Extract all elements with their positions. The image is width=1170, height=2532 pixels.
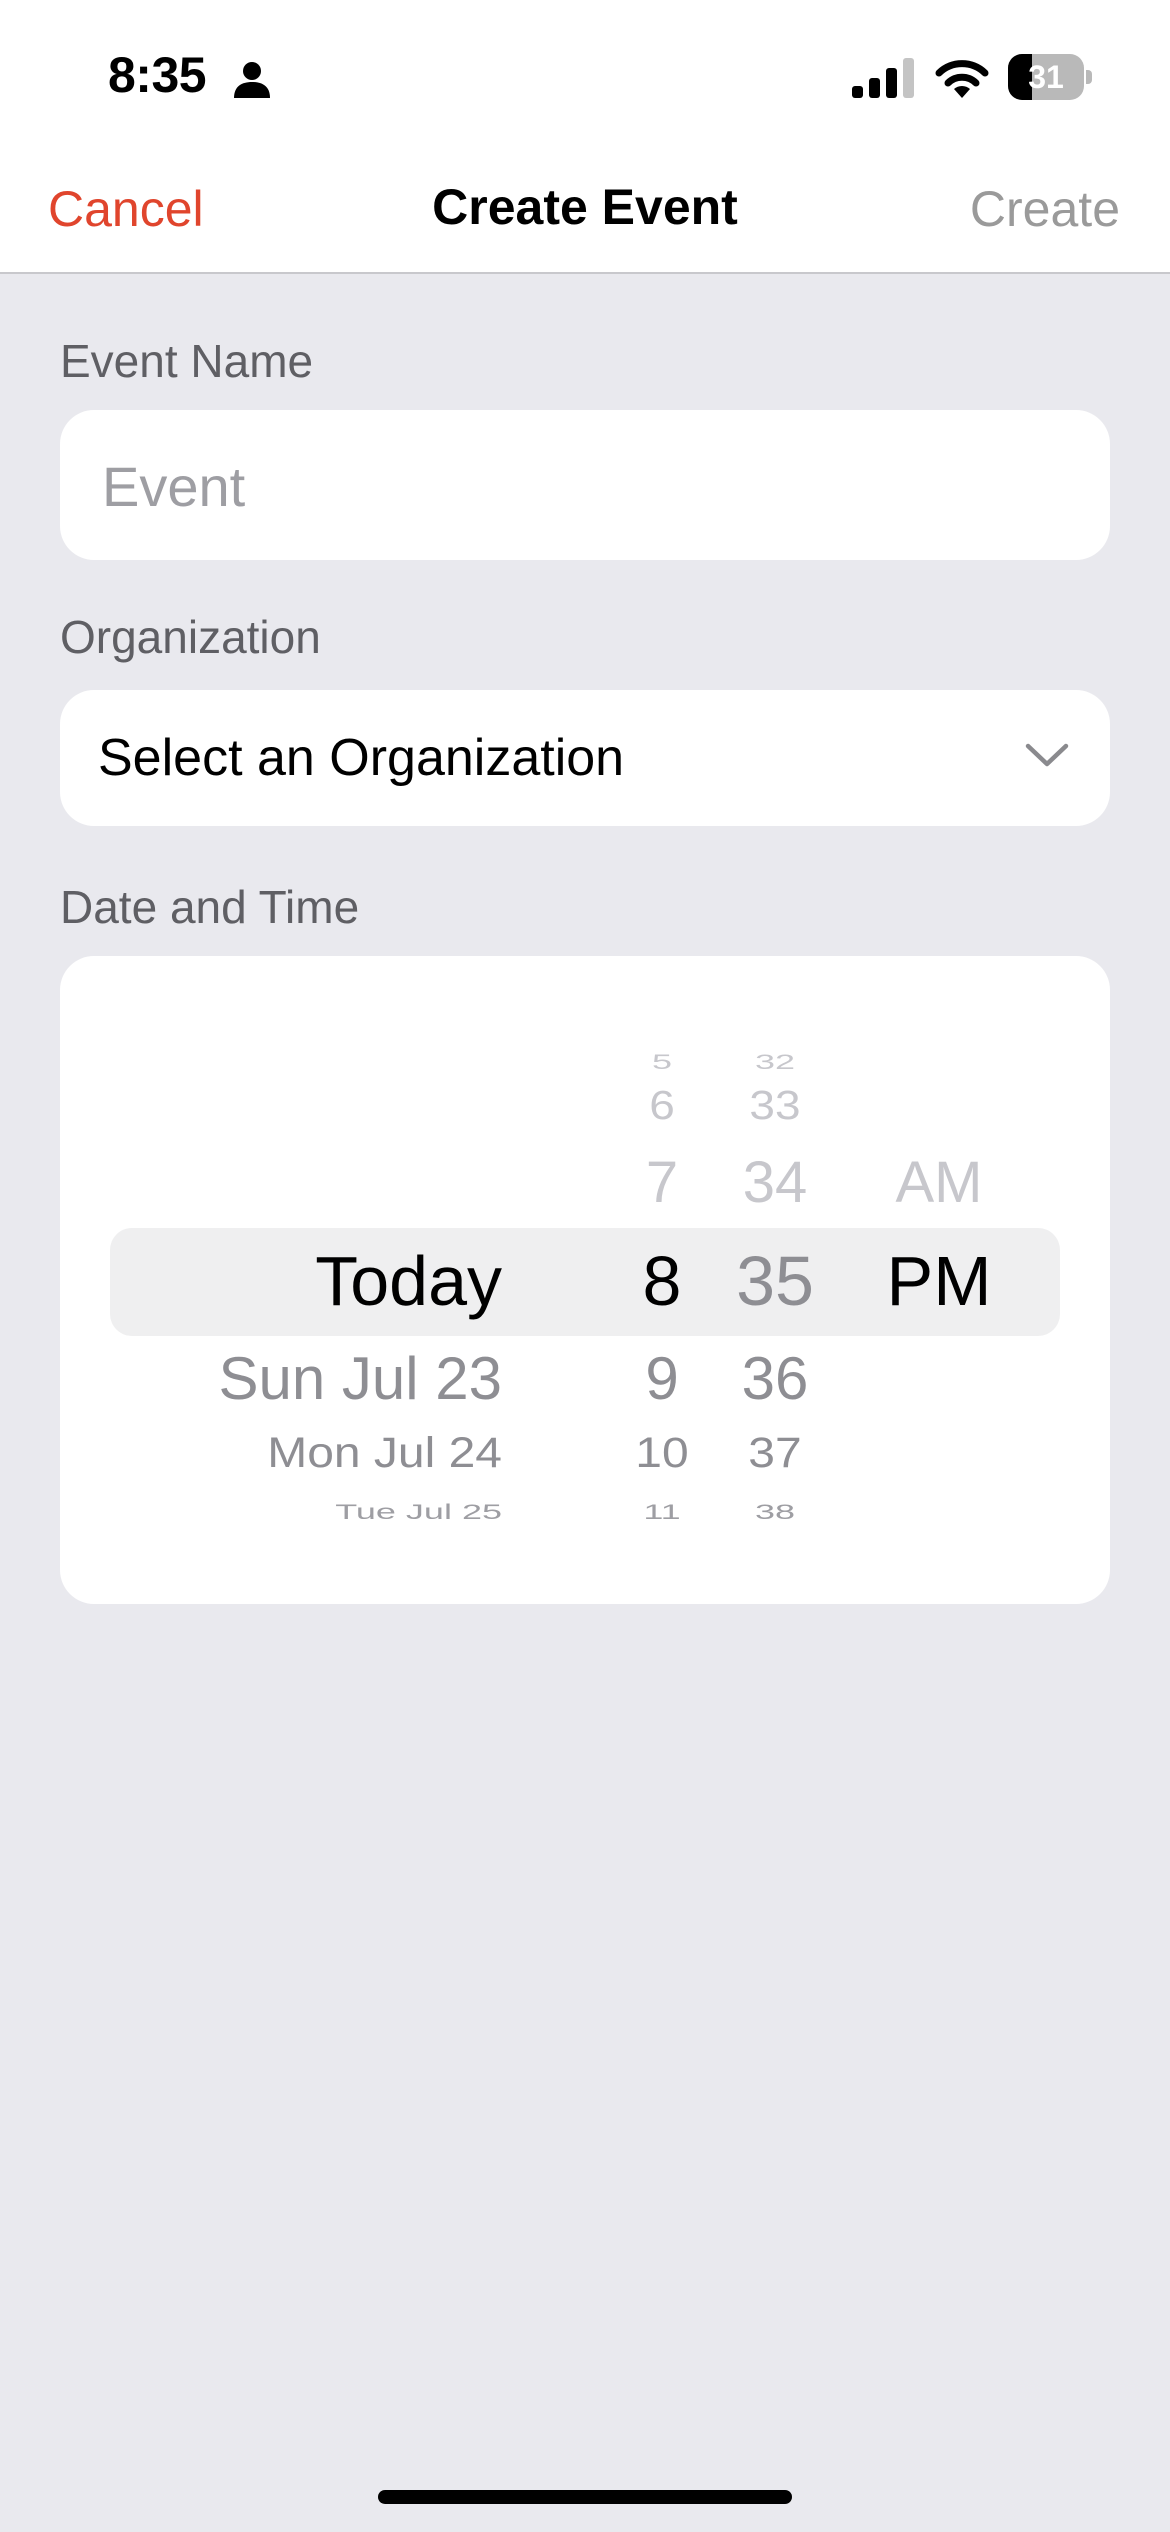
date-wheel-item[interactable]: Sun Jul 23 [218, 1349, 502, 1409]
minute-wheel-selected[interactable]: 35 [708, 1246, 842, 1316]
battery-percentage: 31 [1028, 59, 1064, 95]
minute-wheel-item[interactable]: 33 [708, 1085, 842, 1125]
minute-wheel-item[interactable]: 34 [708, 1154, 842, 1212]
date-time-picker-card: Today Sun Jul 23 Mon Jul 24 Tue Jul 25 5… [60, 956, 1110, 1604]
minute-wheel-item[interactable]: 38 [708, 1501, 842, 1523]
hour-wheel-selected[interactable]: 8 [612, 1246, 712, 1316]
event-name-label: Event Name [60, 335, 314, 387]
status-bar: 8:35 31 [0, 0, 1170, 150]
organization-select[interactable]: Select an Organization [60, 690, 1110, 826]
event-name-card [60, 410, 1110, 562]
organization-selected-value: Select an Organization [98, 729, 625, 787]
hour-wheel-item[interactable]: 9 [612, 1349, 712, 1409]
date-wheel-item[interactable]: Tue Jul 25 [335, 1501, 502, 1523]
navigation-bar: Cancel Create Event Create [0, 150, 1170, 274]
home-indicator [378, 2490, 792, 2504]
status-time: 8:35 [108, 47, 207, 103]
hour-wheel-item[interactable]: 7 [612, 1154, 712, 1212]
period-wheel-selected[interactable]: PM [824, 1246, 1054, 1316]
date-wheel-item[interactable]: Mon Jul 24 [267, 1432, 502, 1475]
hour-wheel-item[interactable]: 6 [612, 1085, 712, 1125]
chevron-down-icon [1025, 743, 1069, 767]
hour-wheel-item[interactable]: 10 [612, 1432, 712, 1475]
person-icon [234, 62, 270, 98]
period-wheel-item[interactable]: AM [824, 1154, 1054, 1212]
event-name-input[interactable] [100, 410, 1064, 562]
hour-wheel-item[interactable]: 11 [612, 1501, 712, 1523]
create-button[interactable]: Create [970, 180, 1120, 238]
cellular-signal-icon [852, 58, 914, 98]
wifi-icon [935, 60, 989, 98]
minute-wheel-item[interactable]: 32 [708, 1051, 842, 1073]
date-wheel-selected[interactable]: Today [315, 1246, 502, 1316]
hour-wheel-item[interactable]: 5 [612, 1051, 712, 1073]
minute-wheel-item[interactable]: 37 [708, 1432, 842, 1475]
minute-wheel-item[interactable]: 36 [708, 1349, 842, 1409]
date-time-label: Date and Time [60, 881, 360, 933]
cancel-button[interactable]: Cancel [48, 180, 204, 238]
battery-icon: 31 [1008, 54, 1092, 100]
organization-label: Organization [60, 611, 321, 663]
